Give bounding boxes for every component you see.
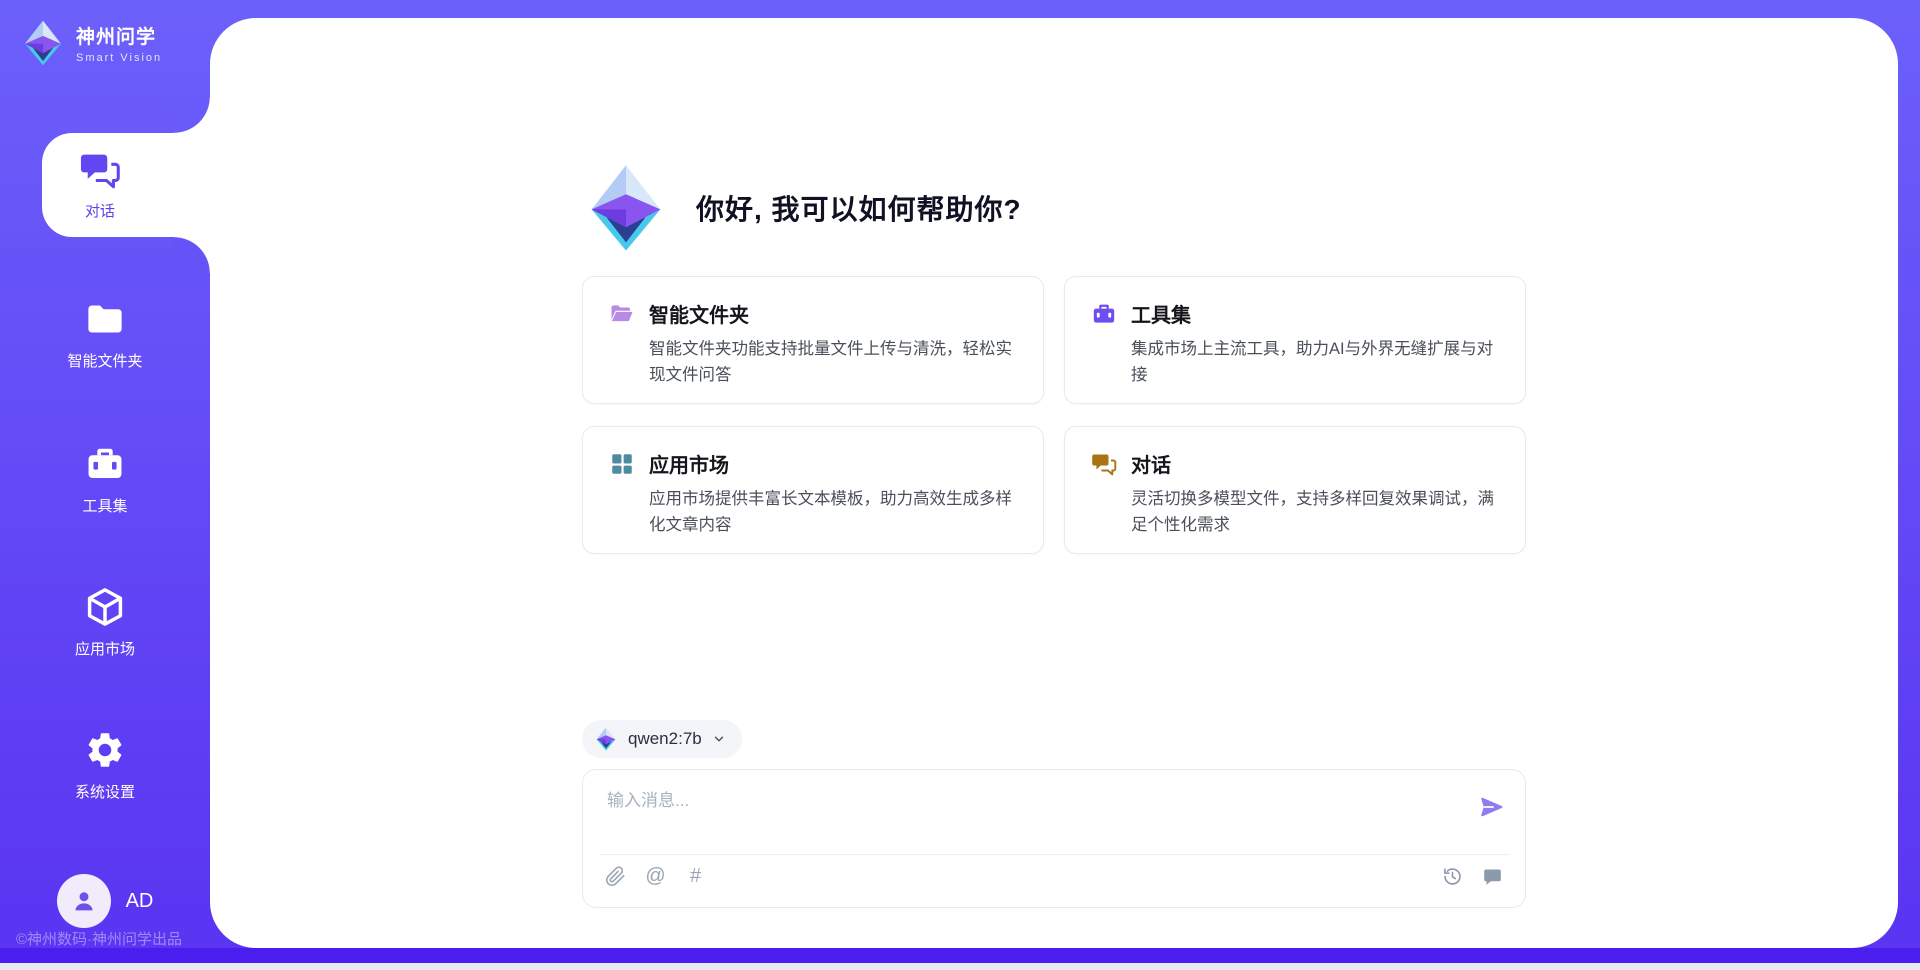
diamond-logo-icon <box>582 164 670 252</box>
active-tab-curve-bottom <box>174 237 210 273</box>
sidebar-item-smart-folder[interactable]: 智能文件夹 <box>0 298 210 371</box>
send-icon[interactable] <box>1479 794 1505 820</box>
cube-icon <box>84 586 126 628</box>
folder-open-icon <box>609 301 635 327</box>
brand: 神州问学 Smart Vision <box>20 20 162 66</box>
sidebar-item-label: 对话 <box>85 200 115 221</box>
chevron-down-icon <box>712 732 726 746</box>
user-avatar-icon <box>69 886 99 916</box>
gear-icon <box>84 729 126 771</box>
paperclip-icon[interactable] <box>605 866 626 887</box>
sidebar-item-app-market[interactable]: 应用市场 <box>0 586 210 659</box>
sidebar-item-toolset[interactable]: 工具集 <box>0 443 210 516</box>
hash-icon[interactable]: # <box>685 866 706 887</box>
sidebar-item-chat[interactable]: 对话 <box>42 133 210 237</box>
chat-bubble-icon[interactable] <box>1482 866 1503 887</box>
card-title: 工具集 <box>1131 299 1191 328</box>
sidebar: 神州问学 Smart Vision 对话 智能文件夹 工具集 应用市场 系统设置 <box>0 0 210 948</box>
folder-icon <box>84 298 126 340</box>
avatar <box>57 874 111 928</box>
message-composer: @ # <box>582 769 1526 908</box>
brand-name: 神州问学 <box>76 22 162 49</box>
card-app-market[interactable]: 应用市场 应用市场提供丰富长文本模板，助力高效生成多样化文章内容 <box>582 426 1044 554</box>
sidebar-item-label: 智能文件夹 <box>67 350 142 371</box>
bottom-bar <box>0 948 1920 963</box>
grid-icon <box>609 451 635 477</box>
greeting: 你好, 我可以如何帮助你? <box>582 164 1022 252</box>
sidebar-item-label: 应用市场 <box>75 638 135 659</box>
card-description: 应用市场提供丰富长文本模板，助力高效生成多样化文章内容 <box>649 487 1017 538</box>
model-selector-value: qwen2:7b <box>628 729 702 749</box>
card-toolset[interactable]: 工具集 集成市场上主流工具，助力AI与外界无缝扩展与对接 <box>1064 276 1526 404</box>
sidebar-item-label: 工具集 <box>82 495 127 516</box>
card-title: 对话 <box>1131 449 1171 478</box>
sidebar-item-label: 系统设置 <box>75 781 135 802</box>
main-panel: 你好, 我可以如何帮助你? 智能文件夹 智能文件夹功能支持批量文件上传与清洗，轻… <box>210 18 1898 948</box>
composer-toolbar: @ # <box>605 866 1503 887</box>
sidebar-footer: ©神州数码·神州问学出品 <box>16 928 236 949</box>
toolbox-icon <box>84 443 126 485</box>
greeting-title: 你好, 我可以如何帮助你? <box>696 188 1022 228</box>
card-description: 集成市场上主流工具，助力AI与外界无缝扩展与对接 <box>1131 337 1499 388</box>
brand-subtitle: Smart Vision <box>76 52 162 64</box>
mention-icon[interactable]: @ <box>645 866 666 887</box>
history-icon[interactable] <box>1442 866 1463 887</box>
chat-icon <box>1091 451 1117 477</box>
sidebar-item-settings[interactable]: 系统设置 <box>0 729 210 802</box>
user-label: AD <box>126 890 154 913</box>
card-title: 智能文件夹 <box>649 299 749 328</box>
diamond-logo-icon <box>594 727 618 751</box>
toolbox-icon <box>1091 301 1117 327</box>
model-selector[interactable]: qwen2:7b <box>582 720 742 758</box>
diamond-logo-icon <box>20 20 66 66</box>
card-description: 智能文件夹功能支持批量文件上传与清洗，轻松实现文件问答 <box>649 337 1017 388</box>
composer-divider <box>599 854 1509 855</box>
message-input[interactable] <box>607 786 1467 844</box>
bottom-edge <box>0 963 1920 970</box>
user-profile[interactable]: AD <box>0 874 210 928</box>
card-title: 应用市场 <box>649 449 729 478</box>
active-tab-curve-top <box>174 97 210 133</box>
card-description: 灵活切换多模型文件，支持多样回复效果调试，满足个性化需求 <box>1131 487 1499 538</box>
chat-icon <box>79 149 121 191</box>
feature-cards: 智能文件夹 智能文件夹功能支持批量文件上传与清洗，轻松实现文件问答 工具集 集成… <box>582 276 1526 554</box>
card-smart-folder[interactable]: 智能文件夹 智能文件夹功能支持批量文件上传与清洗，轻松实现文件问答 <box>582 276 1044 404</box>
card-chat[interactable]: 对话 灵活切换多模型文件，支持多样回复效果调试，满足个性化需求 <box>1064 426 1526 554</box>
